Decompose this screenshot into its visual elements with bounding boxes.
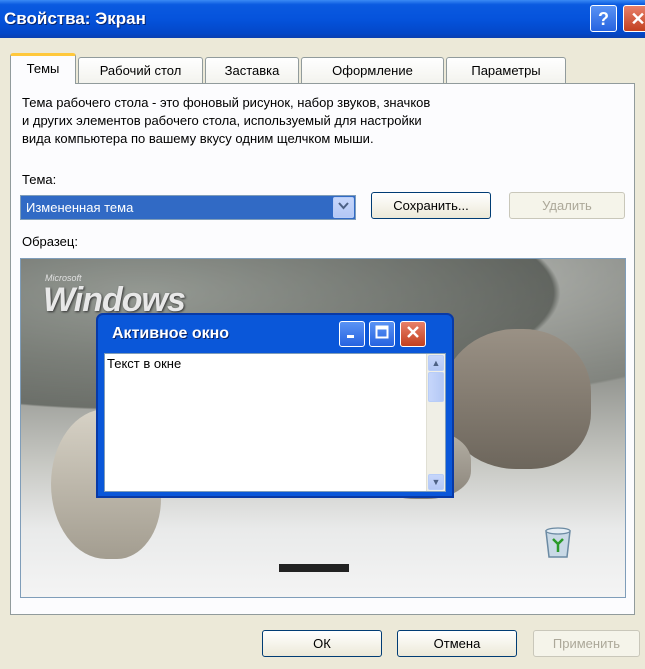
- close-icon: [400, 321, 426, 347]
- ok-button[interactable]: ОК: [262, 630, 382, 657]
- minimize-icon: [339, 321, 365, 347]
- theme-description: Тема рабочего стола - это фоновый рисуно…: [22, 94, 622, 148]
- close-button[interactable]: ✕: [623, 5, 645, 32]
- tab-settings[interactable]: Параметры: [446, 57, 566, 83]
- scroll-up-icon: ▲: [428, 355, 444, 371]
- window-title: Свойства: Экран: [4, 9, 146, 28]
- help-button[interactable]: ?: [590, 5, 617, 32]
- active-window-title: Активное окно: [112, 325, 230, 342]
- preview-taskbar: [279, 564, 349, 572]
- delete-button[interactable]: Удалить: [509, 192, 625, 219]
- active-window-preview: Активное окно Текст в окне ▲ ▼: [96, 313, 454, 498]
- dropdown-arrow-icon[interactable]: [333, 197, 354, 218]
- recycle-bin-icon: [540, 525, 576, 559]
- maximize-icon: [369, 321, 395, 347]
- display-properties-dialog: Свойства: Экран ? ✕ Темы Рабочий стол За…: [0, 0, 645, 669]
- save-button[interactable]: Сохранить...: [371, 192, 491, 219]
- description-line: и других элементов рабочего стола, испол…: [22, 113, 422, 128]
- scroll-thumb: [428, 372, 444, 402]
- close-icon: ✕: [630, 9, 645, 29]
- description-line: вида компьютера по вашему вкусу одним ще…: [22, 131, 374, 146]
- sample-label: Образец:: [22, 234, 78, 249]
- scroll-down-icon: ▼: [428, 474, 444, 490]
- active-window-body: Текст в окне ▲ ▼: [104, 353, 446, 492]
- active-window-text: Текст в окне: [107, 356, 182, 371]
- description-line: Тема рабочего стола - это фоновый рисуно…: [22, 95, 431, 110]
- theme-select-value: Измененная тема: [26, 200, 134, 215]
- cancel-button[interactable]: Отмена: [397, 630, 517, 657]
- tab-themes[interactable]: Темы: [10, 53, 76, 84]
- tab-appearance[interactable]: Оформление: [301, 57, 444, 83]
- theme-select[interactable]: Измененная тема: [20, 195, 356, 220]
- title-bar[interactable]: Свойства: Экран ? ✕: [0, 0, 645, 38]
- apply-button[interactable]: Применить: [533, 630, 640, 657]
- preview-scrollbar: ▲ ▼: [426, 354, 445, 491]
- help-icon: ?: [598, 9, 609, 29]
- tab-screensaver[interactable]: Заставка: [205, 57, 299, 83]
- tab-desktop[interactable]: Рабочий стол: [78, 57, 203, 83]
- theme-label: Тема:: [22, 172, 57, 187]
